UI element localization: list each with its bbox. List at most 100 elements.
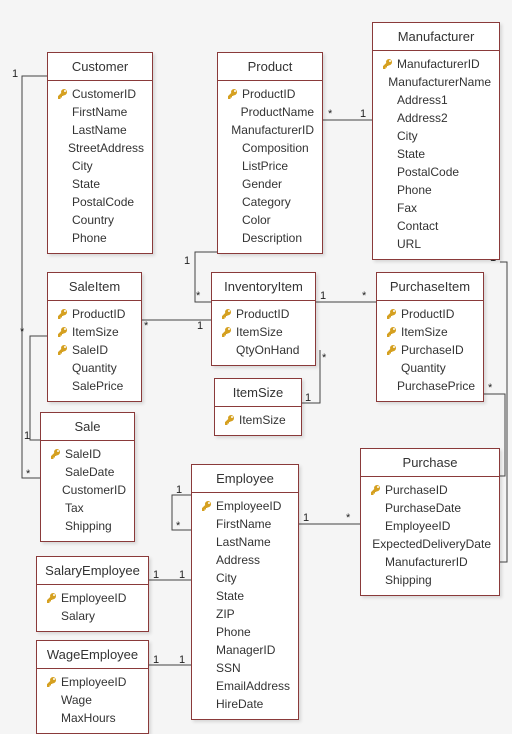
primary-key-icon (56, 305, 70, 323)
field-row[interactable]: EmployeeID (200, 497, 290, 515)
field-row[interactable]: PurchaseID (369, 481, 491, 499)
field-row[interactable]: State (56, 175, 144, 193)
field-row[interactable]: EmailAddress (200, 677, 290, 695)
entity-customer[interactable]: CustomerCustomerIDFirstNameLastNameStree… (47, 52, 153, 254)
field-row[interactable]: Description (226, 229, 314, 247)
entity-purchase[interactable]: PurchasePurchaseIDPurchaseDateEmployeeID… (360, 448, 500, 596)
field-row[interactable]: LastName (56, 121, 144, 139)
fields-list: EmployeeIDFirstNameLastNameAddressCitySt… (192, 493, 298, 719)
field-row[interactable]: SalePrice (56, 377, 133, 395)
field-row[interactable]: Color (226, 211, 314, 229)
field-row[interactable]: ManufacturerName (381, 73, 491, 91)
field-row[interactable]: EmployeeID (45, 673, 140, 691)
field-row[interactable]: State (381, 145, 491, 163)
entity-manufacturer[interactable]: Manufacturer ManufacturerIDManufacturerNa… (372, 22, 500, 260)
field-row[interactable]: LastName (200, 533, 290, 551)
field-row[interactable]: Composition (226, 139, 314, 157)
field-row[interactable]: CustomerID (56, 85, 144, 103)
field-row[interactable]: SaleDate (49, 463, 126, 481)
entity-sale[interactable]: SaleSaleIDSaleDateCustomerIDTaxShipping (40, 412, 135, 542)
field-row[interactable]: Wage (45, 691, 140, 709)
field-row[interactable]: FirstName (200, 515, 290, 533)
field-row[interactable]: ManufacturerID (381, 55, 491, 73)
field-row[interactable]: HireDate (200, 695, 290, 713)
entity-inventoryitem[interactable]: InventoryItem ProductIDItemSizeQtyOnHand (211, 272, 316, 366)
field-row[interactable]: SaleID (49, 445, 126, 463)
field-row[interactable]: URL (381, 235, 491, 253)
field-row[interactable]: Fax (381, 199, 491, 217)
field-row[interactable]: Category (226, 193, 314, 211)
field-name: ExpectedDeliveryDate (370, 535, 491, 553)
field-row[interactable]: CustomerID (49, 481, 126, 499)
field-name: PurchaseID (399, 341, 464, 359)
field-row[interactable]: ZIP (200, 605, 290, 623)
field-row[interactable]: EmployeeID (45, 589, 140, 607)
field-row[interactable]: ProductID (226, 85, 314, 103)
field-row[interactable]: ProductID (56, 305, 133, 323)
field-row[interactable]: Gender (226, 175, 314, 193)
field-row[interactable]: ItemSize (56, 323, 133, 341)
field-row[interactable]: ProductID (385, 305, 475, 323)
card-one: 1 (176, 484, 182, 496)
entity-employee[interactable]: EmployeeEmployeeIDFirstNameLastNameAddre… (191, 464, 299, 720)
entity-itemsize[interactable]: ItemSizeItemSize (214, 378, 302, 436)
field-row[interactable]: SaleID (56, 341, 133, 359)
field-row[interactable]: ManagerID (200, 641, 290, 659)
field-row[interactable]: Address1 (381, 91, 491, 109)
field-row[interactable]: Phone (200, 623, 290, 641)
field-name: SaleID (63, 445, 101, 463)
field-row[interactable]: Tax (49, 499, 126, 517)
field-row[interactable]: ManufacturerID (226, 121, 314, 139)
field-row[interactable]: Address (200, 551, 290, 569)
field-name: Gender (240, 175, 282, 193)
field-row[interactable]: Address2 (381, 109, 491, 127)
field-row[interactable]: Phone (381, 181, 491, 199)
field-row[interactable]: ExpectedDeliveryDate (369, 535, 491, 553)
entity-title: PurchaseItem (377, 273, 483, 301)
field-row[interactable]: StreetAddress (56, 139, 144, 157)
field-row[interactable]: Contact (381, 217, 491, 235)
field-row[interactable]: ListPrice (226, 157, 314, 175)
field-row[interactable]: PurchasePrice (385, 377, 475, 395)
field-row[interactable]: Phone (56, 229, 144, 247)
entity-title: Manufacturer (373, 23, 499, 51)
field-row[interactable]: PostalCode (56, 193, 144, 211)
entity-product[interactable]: ProductProductIDProductNameManufacturerI… (217, 52, 323, 254)
entity-wageemployee[interactable]: WageEmployee EmployeeIDWageMaxHours (36, 640, 149, 734)
field-row[interactable]: ItemSize (385, 323, 475, 341)
field-row[interactable]: Shipping (49, 517, 126, 535)
field-row[interactable]: SSN (200, 659, 290, 677)
field-row[interactable]: Country (56, 211, 144, 229)
field-row[interactable]: EmployeeID (369, 517, 491, 535)
field-row[interactable]: ManufacturerID (369, 553, 491, 571)
field-row[interactable]: ItemSize (223, 411, 293, 429)
field-row[interactable]: ProductName (226, 103, 314, 121)
field-row[interactable]: Quantity (56, 359, 133, 377)
field-row[interactable]: City (200, 569, 290, 587)
field-row[interactable]: City (381, 127, 491, 145)
field-row[interactable]: ItemSize (220, 323, 307, 341)
entity-purchaseitem[interactable]: PurchaseItem ProductIDItemSizePurchaseIDQ… (376, 272, 484, 402)
field-row[interactable]: PostalCode (381, 163, 491, 181)
field-name: StreetAddress (66, 139, 144, 157)
field-row[interactable]: City (56, 157, 144, 175)
field-row[interactable]: MaxHours (45, 709, 140, 727)
field-row[interactable]: QtyOnHand (220, 341, 307, 359)
field-row[interactable]: PurchaseDate (369, 499, 491, 517)
field-row[interactable]: PurchaseID (385, 341, 475, 359)
entity-saleitem[interactable]: SaleItemProductIDItemSizeSaleIDQuantityS… (47, 272, 142, 402)
field-name: Phone (395, 181, 432, 199)
entity-salaryemployee[interactable]: SalaryEmployeeEmployeeIDSalary (36, 556, 149, 632)
field-name: FirstName (214, 515, 271, 533)
card-one: 1 (153, 569, 159, 581)
field-row[interactable]: State (200, 587, 290, 605)
field-row[interactable]: FirstName (56, 103, 144, 121)
entity-title: WageEmployee (37, 641, 148, 669)
entity-title: InventoryItem (212, 273, 315, 301)
field-row[interactable]: Salary (45, 607, 140, 625)
field-row[interactable]: ProductID (220, 305, 307, 323)
card-one: 1 (184, 255, 190, 267)
field-row[interactable]: Quantity (385, 359, 475, 377)
field-name: Quantity (399, 359, 446, 377)
field-row[interactable]: Shipping (369, 571, 491, 589)
